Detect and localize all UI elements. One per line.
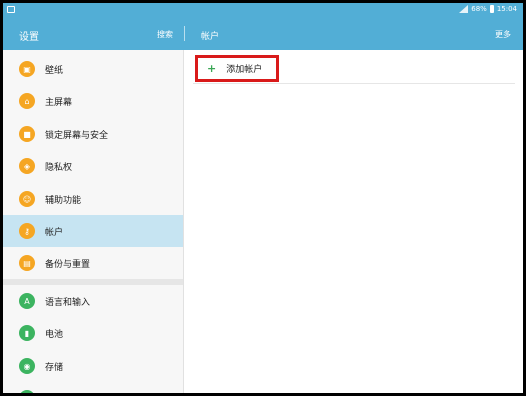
screenshot-notification-icon <box>7 6 15 13</box>
language-icon: A <box>19 293 35 309</box>
sidebar-item-accounts[interactable]: ⚷ 帐户 <box>3 215 183 247</box>
key-icon: ⚷ <box>19 223 35 239</box>
clock: 15:04 <box>496 5 517 13</box>
sidebar-item-label: 壁纸 <box>45 65 64 76</box>
battery-percent: 68% <box>471 5 487 13</box>
sidebar-item-label: 电池 <box>45 329 64 340</box>
sidebar-item-backup-reset[interactable]: ▤ 备份与重置 <box>3 247 183 279</box>
sidebar-item-label: 备份与重置 <box>45 259 91 270</box>
date-icon: ▦ <box>19 390 35 393</box>
backup-icon: ▤ <box>19 255 35 271</box>
sidebar-item-lock-screen[interactable]: ■ 锁定屏幕与安全 <box>3 118 183 150</box>
status-bar: 68% 15:04 <box>3 3 523 17</box>
screen: 68% 15:04 设置 搜索 帐户 更多 ▣ 壁纸 ⌂ 主屏幕 ■ 锁定屏幕与 <box>3 3 523 393</box>
sidebar-item-wallpaper[interactable]: ▣ 壁纸 <box>3 53 183 85</box>
search-button[interactable]: 搜索 <box>157 29 173 40</box>
sidebar-item-label: 主屏幕 <box>45 97 73 108</box>
add-account-label: 添加帐户 <box>226 65 263 75</box>
page-title: 设置 <box>19 32 39 43</box>
more-button[interactable]: 更多 <box>495 29 511 40</box>
lock-icon: ■ <box>19 126 35 142</box>
sidebar-item-storage[interactable]: ◉ 存储 <box>3 350 183 382</box>
home-icon: ⌂ <box>19 93 35 109</box>
window-frame: 68% 15:04 设置 搜索 帐户 更多 ▣ 壁纸 ⌂ 主屏幕 ■ 锁定屏幕与 <box>0 0 526 396</box>
divider <box>193 83 515 84</box>
accessibility-icon: ☺ <box>19 191 35 207</box>
sidebar-item-label: 锁定屏幕与安全 <box>45 130 109 141</box>
action-bar: 设置 搜索 帐户 更多 <box>3 17 523 50</box>
divider <box>184 26 185 41</box>
sidebar-item-label: 日期 <box>45 392 63 394</box>
sidebar-item-privacy[interactable]: ◈ 隐私权 <box>3 150 183 182</box>
sidebar-item-accessibility[interactable]: ☺ 辅助功能 <box>3 183 183 215</box>
privacy-icon: ◈ <box>19 158 35 174</box>
signal-icon <box>459 5 469 13</box>
sidebar-item-battery[interactable]: ▮ 电池 <box>3 317 183 349</box>
sidebar-item-label: 帐户 <box>45 227 64 238</box>
status-indicators: 68% 15:04 <box>459 5 517 13</box>
sidebar-item-label: 存储 <box>45 362 64 373</box>
section-title: 帐户 <box>201 32 220 42</box>
sidebar-item-label: 隐私权 <box>45 162 73 173</box>
sidebar-item-home-screen[interactable]: ⌂ 主屏幕 <box>3 85 183 117</box>
accounts-panel: + 添加帐户 <box>185 50 523 393</box>
wallpaper-icon: ▣ <box>19 61 35 77</box>
battery-icon: ▮ <box>19 325 35 341</box>
sidebar-item-date[interactable]: ▦ 日期 <box>3 382 183 394</box>
add-account-button[interactable]: + 添加帐户 <box>195 55 279 82</box>
settings-sidebar: ▣ 壁纸 ⌂ 主屏幕 ■ 锁定屏幕与安全 ◈ 隐私权 ☺ 辅助功能 ⚷ 帐户 ▤… <box>3 50 184 393</box>
sidebar-item-label: 辅助功能 <box>45 195 82 206</box>
battery-icon <box>489 5 494 13</box>
sidebar-item-label: 语言和输入 <box>45 297 91 308</box>
storage-icon: ◉ <box>19 358 35 374</box>
sidebar-item-language-input[interactable]: A 语言和输入 <box>3 285 183 317</box>
plus-icon: + <box>207 61 217 75</box>
